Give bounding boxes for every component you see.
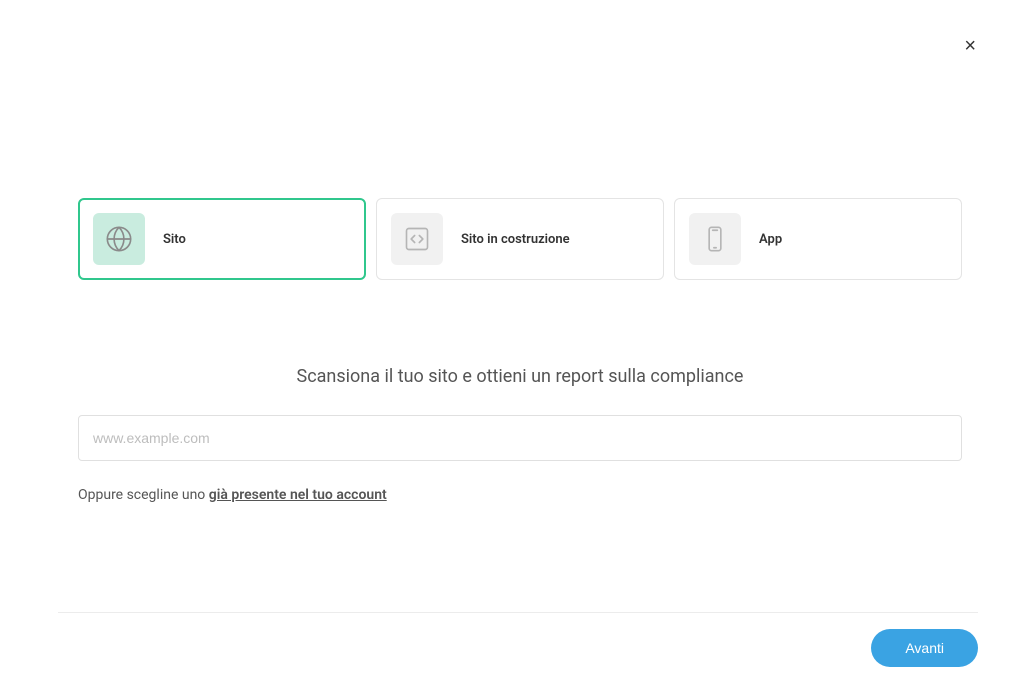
option-site[interactable]: Sito [78, 198, 366, 280]
main-content: Sito Sito in costruzione App [78, 198, 962, 503]
footer: Avanti [58, 612, 978, 667]
close-button[interactable]: × [964, 36, 976, 56]
scan-title: Scansiona il tuo sito e ottieni un repor… [78, 366, 962, 387]
option-site-label: Sito [163, 232, 186, 247]
option-app[interactable]: App [674, 198, 962, 280]
alt-prefix: Oppure scegline uno [78, 487, 209, 503]
existing-account-link[interactable]: già presente nel tuo account [209, 487, 387, 503]
url-input[interactable] [78, 415, 962, 461]
option-construction[interactable]: Sito in costruzione [376, 198, 664, 280]
mobile-icon [689, 213, 741, 265]
option-app-label: App [759, 232, 782, 247]
alt-text: Oppure scegline uno già presente nel tuo… [78, 487, 962, 503]
next-button[interactable]: Avanti [871, 629, 978, 667]
scan-section: Scansiona il tuo sito e ottieni un repor… [78, 366, 962, 503]
option-construction-label: Sito in costruzione [461, 232, 570, 247]
code-icon [391, 213, 443, 265]
type-options: Sito Sito in costruzione App [78, 198, 962, 280]
globe-icon [93, 213, 145, 265]
